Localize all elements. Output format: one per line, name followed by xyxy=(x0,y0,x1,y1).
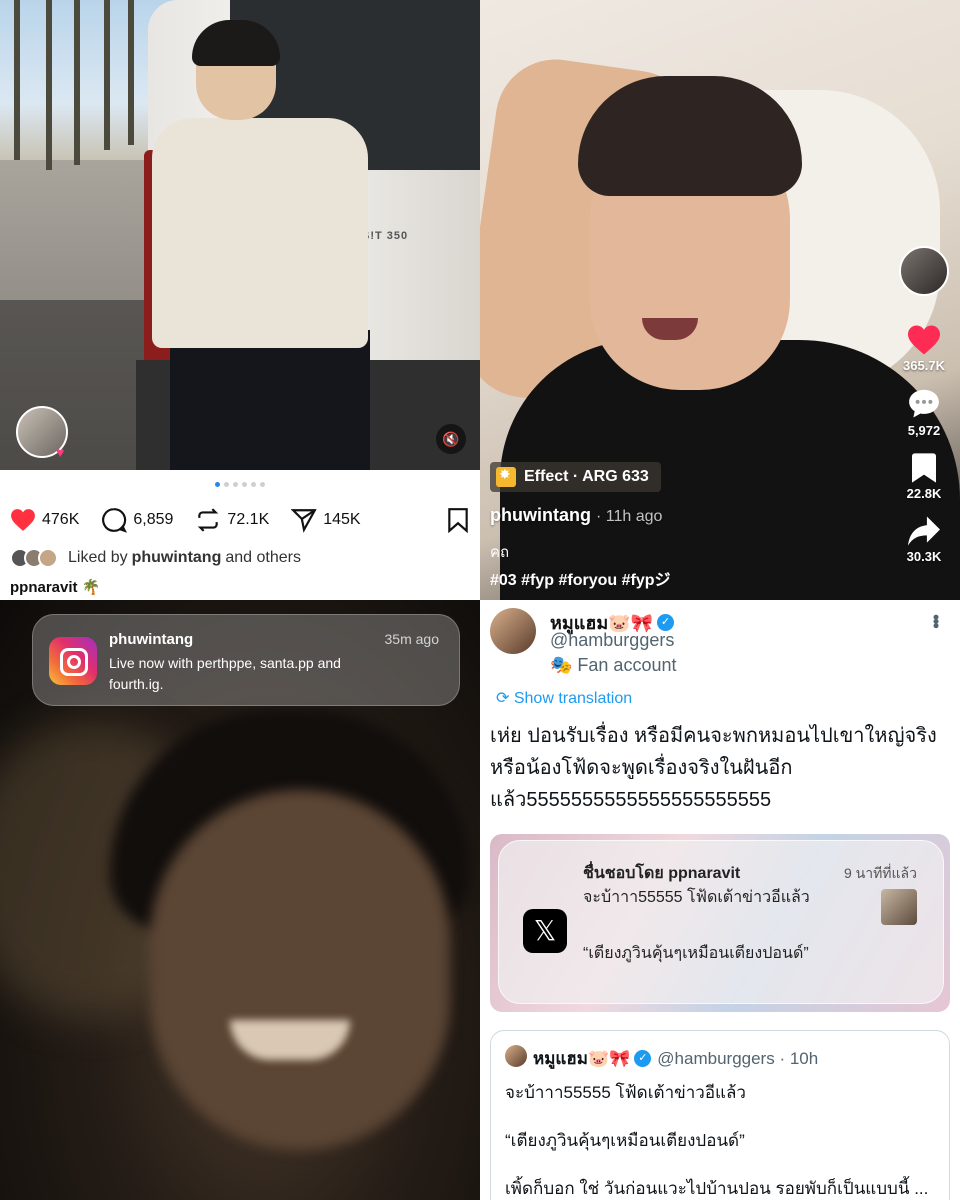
repost-button[interactable]: 72.1K xyxy=(195,507,269,533)
carousel-indicator xyxy=(0,482,480,487)
more-options-icon[interactable]: ••• xyxy=(925,614,946,627)
save-count: 22.8K xyxy=(906,486,942,501)
quoted-line: เพิ้ดก็บอก ใช่ วันก่อนแวะไปบ้านปอน รอยพั… xyxy=(505,1179,929,1198)
handle[interactable]: @hamburggers xyxy=(550,630,674,651)
card-time: 9 นาทีที่แล้ว xyxy=(843,865,917,881)
liked-by-user[interactable]: phuwintang xyxy=(132,549,222,567)
quoted-meta: @hamburggers · 10h xyxy=(657,1048,819,1068)
creator-avatar[interactable] xyxy=(899,246,949,296)
comment-button[interactable]: 5,972 xyxy=(894,387,954,438)
liked-by-suffix: and others xyxy=(225,549,301,566)
share-count: 145K xyxy=(323,511,361,528)
author-name: phuwintang xyxy=(490,505,591,525)
avatar[interactable] xyxy=(490,608,536,654)
like-button[interactable]: 365.7K xyxy=(894,324,954,373)
show-translation-link[interactable]: ⟳ Show translation xyxy=(496,688,632,708)
card-thumbnail xyxy=(881,889,917,925)
effect-icon xyxy=(496,466,516,487)
effect-label: Effect · ARG 633 xyxy=(524,468,649,485)
share-button[interactable]: 145K xyxy=(291,507,361,533)
video-author[interactable]: phuwintang · 11h ago xyxy=(490,505,662,526)
post-actions: 476K 6,859 72.1K 145K xyxy=(10,505,470,535)
van-badge: S!T 350 xyxy=(362,230,409,242)
share-icon xyxy=(908,516,940,546)
heart-icon: ♥ xyxy=(56,444,65,460)
quoted-line: “เตียงภูวินคุ้นๆเหมือนเตียงปอนด์” xyxy=(505,1131,745,1150)
like-button[interactable]: 476K xyxy=(10,508,79,532)
comment-count: 5,972 xyxy=(907,423,941,438)
notification-title: phuwintang xyxy=(109,631,194,648)
liked-by-row[interactable]: Liked by phuwintang and others xyxy=(10,548,301,568)
comment-icon xyxy=(102,508,128,533)
bookmark-icon xyxy=(448,508,468,534)
verified-icon: ✓ xyxy=(657,614,675,631)
comment-icon xyxy=(909,389,939,418)
hashtags[interactable]: #03 #fyp #foryou #fypジ xyxy=(490,566,671,590)
like-count: 476K xyxy=(42,511,80,528)
carousel-dot xyxy=(215,482,220,487)
share-button[interactable]: 30.3K xyxy=(894,515,954,564)
avatar xyxy=(505,1045,527,1067)
post-photo[interactable]: S!T 350 ♥ 🔇 xyxy=(0,0,480,470)
verified-icon: ✓ xyxy=(634,1050,652,1067)
comment-count: 6,859 xyxy=(133,511,174,528)
avatar xyxy=(38,548,58,568)
carousel-dot xyxy=(224,482,229,487)
x-logo-icon: 𝕏 xyxy=(523,909,567,953)
carousel-dot xyxy=(242,482,247,487)
quoted-display-name: หมูแฮม🐷🎀 xyxy=(533,1049,631,1068)
mute-icon[interactable]: 🔇 xyxy=(436,424,466,454)
quoted-tweet[interactable]: หมูแฮม🐷🎀 ✓ @hamburggers · 10h จะบ้าาา555… xyxy=(490,1030,950,1200)
tweet: หมูแฮม🐷🎀 ✓ @hamburggers 🎭 Fan account ••… xyxy=(480,600,960,1200)
repost-icon xyxy=(198,508,219,532)
like-count: 365.7K xyxy=(903,358,945,373)
heart-icon xyxy=(908,325,940,355)
fan-account-badge: 🎭 Fan account xyxy=(550,655,677,675)
live-screenshot: phuwintang 35m ago Live now with perthpp… xyxy=(0,600,480,1200)
save-button[interactable]: 22.8K xyxy=(894,452,954,501)
instagram-icon xyxy=(49,637,97,685)
tiktok-video[interactable]: Effect · ARG 633 phuwintang · 11h ago คถ… xyxy=(480,0,960,600)
person xyxy=(152,118,368,348)
action-rail: 365.7K 5,972 22.8K 30.3K xyxy=(894,246,954,578)
post-time: · 11h ago xyxy=(596,508,663,525)
comment-button[interactable]: 6,859 xyxy=(101,507,173,533)
notification-body: Live now with perthppe, santa.pp and fou… xyxy=(109,655,341,692)
card-line: จะบ้าาา55555 โฟ้ดเต้าข่าวอีแล้ว xyxy=(583,889,810,906)
effect-tag[interactable]: Effect · ARG 633 xyxy=(490,462,661,492)
tweet-media[interactable]: 𝕏 ชื่นชอบโดย ppnaravit 9 นาทีที่แล้ว จะบ… xyxy=(490,834,950,1012)
liked-by-label: Liked by xyxy=(68,549,128,566)
bookmark-icon xyxy=(912,453,936,483)
tweet-text: เห่ย ปอนรับเรื่อง หรือมีคนจะพกหมอนไปเขาใ… xyxy=(490,725,937,811)
send-icon xyxy=(291,509,317,533)
carousel-dot xyxy=(233,482,238,487)
heart-icon xyxy=(11,509,35,531)
quoted-line: จะบ้าาา55555 โฟ้ดเต้าข่าวอีแล้ว xyxy=(505,1083,746,1102)
carousel-dot xyxy=(260,482,265,487)
video-caption: คถ xyxy=(490,544,510,561)
notification-time: 35m ago xyxy=(384,631,439,647)
repost-count: 72.1K xyxy=(227,511,270,528)
translate-icon: ⟳ xyxy=(496,690,514,707)
carousel-dot xyxy=(251,482,256,487)
card-line: “เตียงภูวินคุ้นๆเหมือนเตียงปอนด์” xyxy=(583,945,809,962)
notification-card: 𝕏 ชื่นชอบโดย ppnaravit 9 นาทีที่แล้ว จะบ… xyxy=(498,840,944,1004)
quoted-header: หมูแฮม🐷🎀 ✓ @hamburggers · 10h xyxy=(533,1045,818,1072)
post-owner[interactable]: ppnaravit 🌴 xyxy=(10,578,100,596)
instagram-post: S!T 350 ♥ 🔇 476K 6,859 72.1K 145K Liked … xyxy=(0,0,480,600)
card-title: ชื่นชอบโดย ppnaravit xyxy=(583,865,741,882)
share-count: 30.3K xyxy=(906,549,942,564)
push-notification[interactable]: phuwintang 35m ago Live now with perthpp… xyxy=(32,614,460,706)
person-face xyxy=(150,790,450,1150)
save-button[interactable] xyxy=(446,507,470,538)
